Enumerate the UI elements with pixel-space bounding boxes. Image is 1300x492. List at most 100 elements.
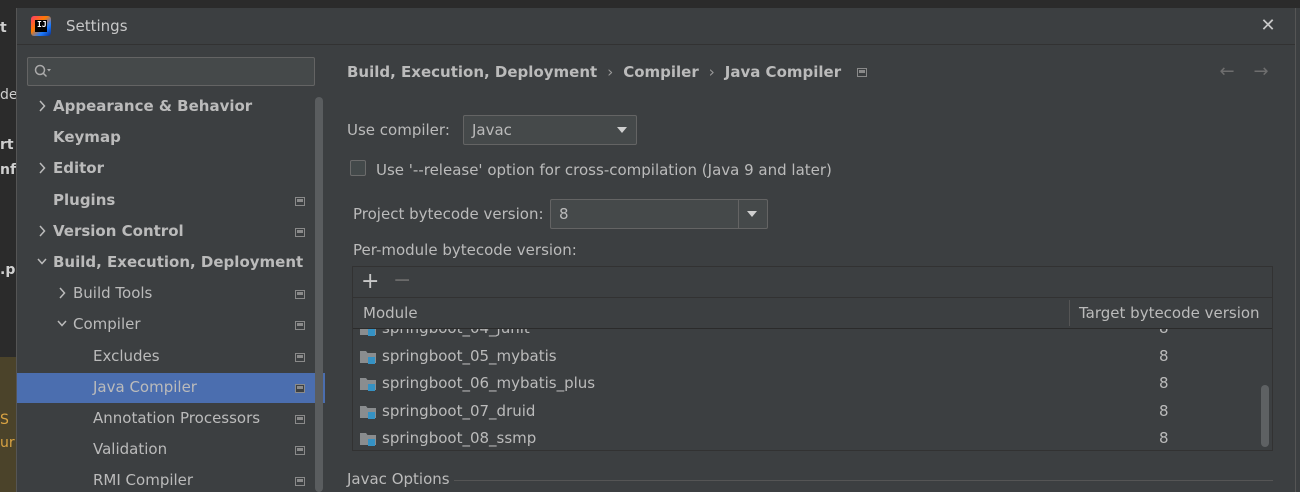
module-name: springboot_08_ssmp xyxy=(382,429,537,448)
sidebar-item[interactable]: Appearance & Behavior xyxy=(17,92,325,122)
settings-sidebar: Appearance & Behavior Keymap Editor Plugins… xyxy=(17,45,325,492)
target-version[interactable]: 8 xyxy=(1159,329,1169,337)
sidebar-item-label: Excludes xyxy=(93,346,160,365)
sidebar-item[interactable]: Build, Execution, Deployment xyxy=(17,248,325,278)
breadcrumb-item: Java Compiler xyxy=(724,63,842,81)
chevron-down-icon[interactable] xyxy=(57,318,67,330)
background-text: de xyxy=(0,87,18,103)
target-version[interactable]: 8 xyxy=(1159,429,1169,447)
project-level-icon xyxy=(295,321,305,331)
chevron-right-icon[interactable] xyxy=(37,100,47,112)
module-name: springboot_04_junit xyxy=(382,329,530,337)
breadcrumb: Build, Execution, Deployment › Compiler › Ja… xyxy=(347,63,868,81)
sidebar-item[interactable]: Validation xyxy=(17,435,325,465)
sidebar-item[interactable]: Excludes xyxy=(17,342,325,372)
remove-module-button[interactable]: − xyxy=(393,268,411,293)
column-divider[interactable] xyxy=(1069,300,1070,326)
module-name: springboot_06_mybatis_plus xyxy=(382,374,596,393)
sidebar-scrollbar[interactable] xyxy=(315,97,323,492)
module-folder-icon xyxy=(360,350,376,364)
search-input[interactable] xyxy=(56,61,310,83)
breadcrumb-item: Compiler xyxy=(623,63,699,81)
chevron-right-icon[interactable] xyxy=(37,162,47,174)
project-level-icon xyxy=(295,383,305,393)
chevron-right-icon[interactable] xyxy=(57,287,67,299)
search-icon xyxy=(34,64,51,78)
chevron-down-icon xyxy=(617,127,627,133)
table-header: Module Target bytecode version xyxy=(353,298,1272,329)
sidebar-item-label: Editor xyxy=(53,159,104,178)
forward-arrow-icon[interactable]: → xyxy=(1250,63,1272,81)
sidebar-item[interactable]: Compiler xyxy=(17,310,325,340)
table-row[interactable]: springboot_08_ssmp 8 xyxy=(353,426,1258,450)
project-level-icon xyxy=(295,196,305,206)
table-row[interactable]: springboot_05_mybatis 8 xyxy=(353,344,1258,371)
sidebar-item[interactable]: Annotation Processors xyxy=(17,404,325,434)
background-text: t xyxy=(0,20,7,36)
module-folder-icon xyxy=(360,329,376,336)
sidebar-item[interactable]: Keymap xyxy=(17,123,325,153)
per-module-table: + − Module Target bytecode version sprin… xyxy=(352,266,1273,451)
project-level-icon xyxy=(295,290,305,300)
table-row[interactable]: springboot_06_mybatis_plus 8 xyxy=(353,371,1258,398)
sidebar-item[interactable]: Build Tools xyxy=(17,279,325,309)
table-row[interactable]: springboot_04_junit 8 xyxy=(353,329,1258,343)
breadcrumb-separator-icon: › xyxy=(607,63,614,81)
chevron-right-icon[interactable] xyxy=(37,225,47,237)
compiler-select-value: Javac xyxy=(472,121,512,139)
sidebar-item-label: Java Compiler xyxy=(93,377,197,396)
table-row[interactable]: springboot_07_druid 8 xyxy=(353,399,1258,426)
bytecode-dropdown-button[interactable] xyxy=(738,200,767,228)
target-version[interactable]: 8 xyxy=(1159,374,1169,392)
sidebar-item-label: Annotation Processors xyxy=(93,409,261,427)
use-compiler-label: Use compiler: xyxy=(347,121,450,139)
release-option-checkbox[interactable] xyxy=(350,160,366,176)
background-text: S xyxy=(0,412,9,428)
back-arrow-icon[interactable]: ← xyxy=(1216,63,1238,81)
sidebar-item-label: Appearance & Behavior xyxy=(53,97,253,115)
sidebar-item[interactable]: Editor xyxy=(17,154,325,184)
intellij-logo-icon: IJ xyxy=(31,16,51,36)
target-version[interactable]: 8 xyxy=(1159,347,1169,365)
section-divider xyxy=(454,480,1273,481)
sidebar-item[interactable]: Java Compiler xyxy=(17,372,325,403)
sidebar-item-label: RMI Compiler xyxy=(93,471,194,490)
column-header-module[interactable]: Module xyxy=(363,304,418,322)
project-level-icon xyxy=(295,352,305,362)
scrollbar-thumb[interactable] xyxy=(1261,385,1269,447)
table-body: springboot_04_junit8springboot_05_mybati… xyxy=(353,329,1258,450)
chevron-down-icon[interactable] xyxy=(37,256,47,268)
title-bar: IJ Settings ✕ xyxy=(17,8,1295,45)
sidebar-item-label: Keymap xyxy=(53,128,121,147)
project-level-icon xyxy=(295,415,305,424)
sidebar-item[interactable]: RMI Compiler xyxy=(17,466,325,492)
sidebar-item-label: Validation xyxy=(93,440,168,459)
target-version[interactable]: 8 xyxy=(1159,402,1169,420)
table-toolbar: + − xyxy=(353,267,1272,298)
release-option-label: Use '--release' option for cross-compila… xyxy=(376,161,832,179)
sidebar-item-label: Version Control xyxy=(53,221,184,240)
project-bytecode-label: Project bytecode version: xyxy=(353,205,544,223)
background-warning-area: S ur xyxy=(0,357,16,492)
sidebar-item-label: Plugins xyxy=(53,190,116,209)
module-name: springboot_07_druid xyxy=(382,401,536,420)
sidebar-item[interactable]: Plugins xyxy=(17,186,325,216)
sidebar-item[interactable]: Version Control xyxy=(17,217,325,247)
project-level-icon xyxy=(857,68,868,77)
project-level-icon xyxy=(295,477,305,487)
add-module-button[interactable]: + xyxy=(361,269,379,294)
sidebar-item-label: Compiler xyxy=(73,315,141,334)
javac-options-heading: Javac Options xyxy=(347,470,450,488)
background-ide-topbar xyxy=(0,0,1300,8)
chevron-down-icon xyxy=(747,211,757,217)
table-scrollbar[interactable] xyxy=(1260,329,1270,450)
window-title: Settings xyxy=(66,17,128,35)
java-compiler-panel: Build, Execution, Deployment › Compiler › Ja… xyxy=(326,45,1295,492)
column-header-target-version[interactable]: Target bytecode version xyxy=(1079,304,1260,322)
search-box[interactable] xyxy=(27,57,315,86)
close-button[interactable]: ✕ xyxy=(1257,15,1279,37)
project-bytecode-combo[interactable]: 8 xyxy=(550,199,768,229)
compiler-select[interactable]: Javac xyxy=(463,115,637,145)
background-ide: t de rt nfi .pl S ur xyxy=(0,0,20,492)
sidebar-item-label: Build Tools xyxy=(73,284,153,303)
